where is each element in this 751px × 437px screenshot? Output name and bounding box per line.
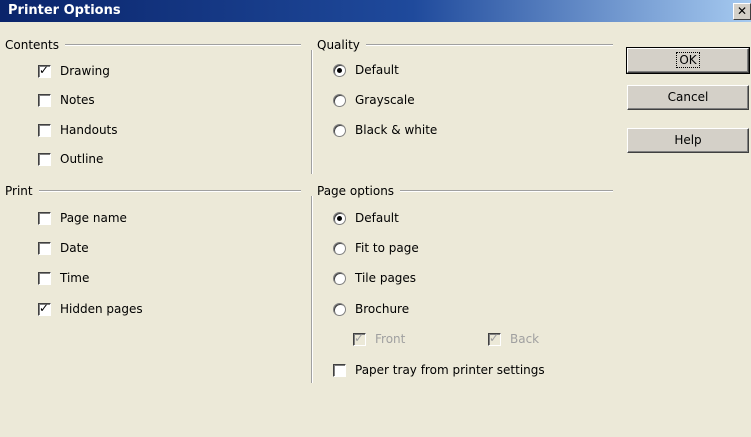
- radio-button[interactable]: [333, 93, 346, 107]
- dialog-body: Contents Drawing Notes Handouts Outline …: [5, 26, 751, 437]
- close-icon: ✕: [736, 4, 748, 18]
- radio-button[interactable]: [333, 123, 346, 137]
- vertical-divider: [311, 50, 313, 174]
- checkbox-box[interactable]: [38, 271, 51, 285]
- radio-quality-grayscale[interactable]: Grayscale: [333, 93, 415, 107]
- radio-fit-to-page[interactable]: Fit to page: [333, 241, 419, 255]
- checkbox-box[interactable]: [38, 152, 51, 166]
- radio-button[interactable]: [333, 271, 346, 285]
- radio-button[interactable]: [333, 302, 346, 316]
- divider: [38, 190, 301, 192]
- checkbox-box[interactable]: [488, 331, 501, 346]
- checkbox-box[interactable]: [353, 331, 366, 346]
- checkbox-box[interactable]: [38, 241, 51, 255]
- radio-button[interactable]: [333, 63, 346, 77]
- checkbox-time[interactable]: Time: [38, 271, 89, 285]
- checkbox-box[interactable]: [38, 211, 51, 225]
- checkbox-outline[interactable]: Outline: [38, 152, 103, 166]
- window-title: Printer Options: [8, 3, 121, 18]
- quality-group-title: Quality: [317, 38, 613, 52]
- print-group-title: Print: [5, 184, 301, 198]
- ok-button[interactable]: OK: [626, 47, 750, 74]
- cancel-button[interactable]: Cancel: [627, 85, 749, 110]
- checkbox-handouts[interactable]: Handouts: [38, 123, 118, 137]
- checkbox-page-name[interactable]: Page name: [38, 211, 127, 225]
- radio-tile-pages[interactable]: Tile pages: [333, 271, 416, 285]
- checkbox-drawing[interactable]: Drawing: [38, 63, 110, 78]
- divider: [365, 44, 613, 46]
- title-bar: Printer Options ✕: [0, 0, 751, 22]
- radio-quality-default[interactable]: Default: [333, 63, 399, 77]
- contents-group-title: Contents: [5, 38, 301, 52]
- vertical-divider: [311, 196, 313, 383]
- radio-page-default[interactable]: Default: [333, 211, 399, 225]
- divider: [400, 190, 613, 192]
- radio-quality-black-white[interactable]: Black & white: [333, 123, 437, 137]
- radio-button[interactable]: [333, 211, 346, 225]
- checkbox-box[interactable]: [38, 301, 51, 316]
- checkbox-hidden-pages[interactable]: Hidden pages: [38, 301, 143, 316]
- page-options-group-title: Page options: [317, 184, 613, 198]
- radio-brochure[interactable]: Brochure: [333, 302, 409, 316]
- divider: [64, 44, 301, 46]
- help-button[interactable]: Help: [627, 128, 749, 153]
- checkbox-box[interactable]: [38, 93, 51, 107]
- checkbox-paper-tray[interactable]: Paper tray from printer settings: [333, 363, 545, 377]
- checkbox-front[interactable]: Front: [353, 331, 405, 346]
- checkbox-notes[interactable]: Notes: [38, 93, 95, 107]
- checkbox-box[interactable]: [38, 63, 51, 78]
- close-button[interactable]: ✕: [733, 3, 751, 20]
- checkbox-date[interactable]: Date: [38, 241, 89, 255]
- radio-button[interactable]: [333, 241, 346, 255]
- checkbox-box[interactable]: [38, 123, 51, 137]
- checkbox-back[interactable]: Back: [488, 331, 539, 346]
- checkbox-box[interactable]: [333, 363, 346, 377]
